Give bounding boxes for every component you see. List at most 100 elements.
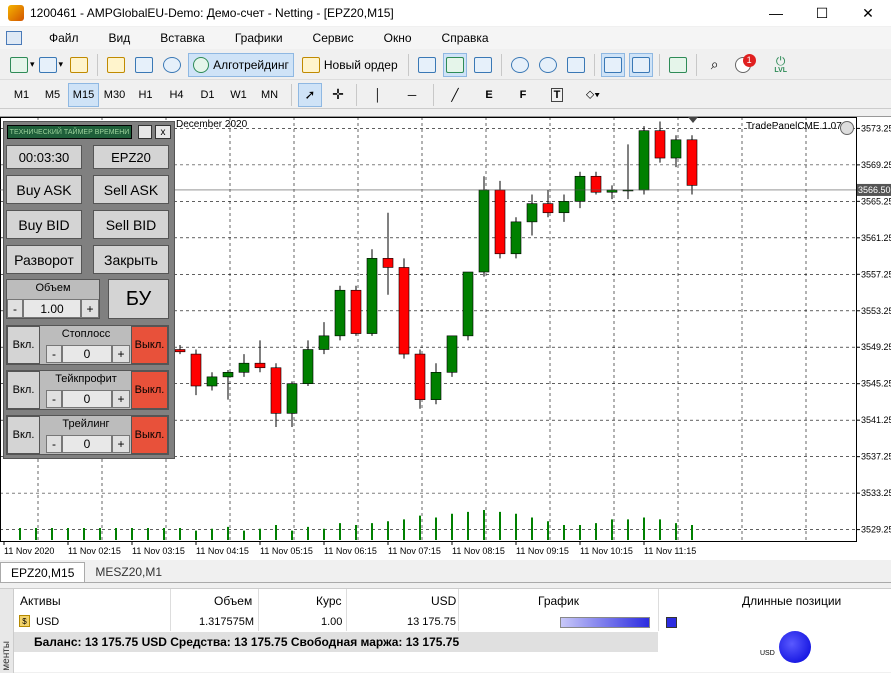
col-rate[interactable]: Курс — [316, 594, 342, 608]
buy-ask-button[interactable]: Buy ASK — [6, 175, 82, 204]
indicator-settings-icon[interactable] — [840, 121, 854, 135]
panel-minimize-button[interactable] — [138, 125, 152, 139]
stoploss-minus-button[interactable]: - — [46, 345, 62, 363]
timeframe-m15[interactable]: M15 — [68, 82, 99, 107]
stoploss-input[interactable]: 0 — [62, 345, 112, 363]
signals-button[interactable] — [132, 53, 156, 77]
trailing-on-button[interactable]: Вкл. — [7, 416, 40, 454]
minimize-button[interactable]: — — [753, 0, 799, 26]
breakeven-button[interactable]: БУ — [108, 279, 169, 319]
col-volume[interactable]: Объем — [214, 594, 252, 608]
timeframe-m5[interactable]: M5 — [37, 83, 68, 107]
sell-bid-button[interactable]: Sell BID — [93, 210, 169, 239]
col-usd[interactable]: USD — [431, 594, 456, 608]
vps-button[interactable] — [160, 53, 184, 77]
timeframe-d1[interactable]: D1 — [192, 83, 223, 107]
volume-plus-button[interactable]: + — [81, 299, 99, 318]
timeframe-m1[interactable]: M1 — [6, 83, 37, 107]
close-button[interactable]: ✕ — [845, 0, 891, 26]
volume-minus-button[interactable]: - — [7, 299, 23, 318]
row-asset[interactable]: USD — [36, 616, 59, 628]
col-graph[interactable]: График — [538, 594, 579, 608]
toolbox-label: менты — [1, 641, 12, 671]
takeprofit-off-button[interactable]: Выкл. — [131, 371, 168, 409]
chart-shift-button[interactable] — [628, 52, 653, 77]
market-icon — [107, 56, 126, 73]
menu-help[interactable]: Справка — [427, 31, 504, 45]
timeframe-mn[interactable]: MN — [254, 83, 285, 107]
timeframe-h1[interactable]: H1 — [130, 83, 161, 107]
bar-chart-button[interactable] — [415, 53, 439, 77]
trailing-off-button[interactable]: Выкл. — [131, 416, 168, 454]
time-tick-label: 11 Nov 07:15 — [388, 546, 441, 556]
takeprofit-input[interactable]: 0 — [62, 390, 112, 408]
menu-file[interactable]: Файл — [34, 31, 94, 45]
chart-window-icon[interactable] — [6, 31, 22, 45]
stoploss-plus-button[interactable]: + — [112, 345, 130, 363]
autoscroll-button[interactable] — [600, 52, 625, 77]
takeprofit-plus-button[interactable]: + — [112, 390, 130, 408]
elliott-wave-button[interactable]: E — [474, 83, 504, 107]
price-tick-label: 3549.25 — [861, 342, 891, 352]
zoom-in-button[interactable] — [508, 53, 532, 77]
menu-view[interactable]: Вид — [94, 31, 146, 45]
search-button[interactable]: ⌕ — [703, 53, 727, 77]
takeprofit-minus-button[interactable]: - — [46, 390, 62, 408]
trailing-input[interactable]: 0 — [62, 435, 112, 453]
menu-window[interactable]: Окно — [369, 31, 427, 45]
reverse-button[interactable]: Разворот — [6, 245, 82, 274]
new-chart-button[interactable]: ▾ — [10, 53, 35, 77]
takeprofit-on-button[interactable]: Вкл. — [7, 371, 40, 409]
panel-close-button[interactable]: x — [155, 125, 171, 139]
crosshair-tool-button[interactable]: ✛ — [326, 83, 350, 107]
stoploss-off-button[interactable]: Выкл. — [131, 326, 168, 364]
chart-shift-icon — [631, 56, 650, 73]
stoploss-on-button[interactable]: Вкл. — [7, 326, 40, 364]
panel-header[interactable]: ТЕХНИЧЕСКИЙ ТАЙМЕР ВРЕМЕНИ — [7, 125, 132, 139]
level-button[interactable]: ⏻ LVL — [769, 53, 793, 77]
candle-chart-button[interactable] — [442, 52, 467, 77]
notifications-button[interactable]: 1 — [731, 53, 756, 77]
menu-insert[interactable]: Вставка — [145, 31, 220, 45]
tab-mesz20[interactable]: MESZ20,M1 — [85, 562, 172, 582]
timeframe-h4[interactable]: H4 — [161, 83, 192, 107]
shapes-tool-button[interactable]: ⬦▾ — [576, 83, 610, 107]
profiles-button[interactable]: ▾ — [38, 53, 63, 77]
cursor-tool-button[interactable]: ➚ — [298, 82, 322, 107]
trailing-plus-button[interactable]: + — [112, 435, 130, 453]
fibonacci-button[interactable]: F — [508, 83, 538, 107]
timeframe-m30[interactable]: M30 — [99, 83, 130, 107]
time-tick-label: 11 Nov 08:15 — [452, 546, 505, 556]
text-tool-button[interactable]: T — [542, 83, 572, 107]
candle-up — [302, 349, 314, 385]
buy-bid-button[interactable]: Buy BID — [6, 210, 82, 239]
candle-up — [286, 383, 298, 414]
toolbox-side-strip[interactable]: менты — [0, 589, 14, 673]
tab-epz20[interactable]: EPZ20,M15 — [0, 562, 86, 582]
timeframe-w1[interactable]: W1 — [223, 83, 254, 107]
new-order-label: Новый ордер — [323, 57, 398, 72]
algo-trading-button[interactable]: Алготрейдинг — [188, 52, 294, 77]
menu-charts[interactable]: Графики — [220, 31, 298, 45]
trailing-minus-button[interactable]: - — [46, 435, 62, 453]
trendline-button[interactable]: ╱ — [440, 83, 470, 107]
volume-input[interactable]: 1.00 — [23, 299, 81, 318]
templates-button[interactable] — [666, 53, 690, 77]
market-button[interactable] — [104, 53, 128, 77]
candle-down — [494, 189, 506, 255]
tile-windows-button[interactable] — [564, 53, 588, 77]
sell-ask-button[interactable]: Sell ASK — [93, 175, 169, 204]
time-tick-label: 11 Nov 09:15 — [516, 546, 569, 556]
line-chart-button[interactable] — [471, 53, 495, 77]
maximize-button[interactable]: ☐ — [799, 0, 845, 26]
navigator-button[interactable] — [67, 53, 91, 77]
new-order-button[interactable]: Новый ордер — [298, 53, 402, 77]
zoom-out-button[interactable] — [536, 53, 560, 77]
vertical-line-button[interactable]: │ — [363, 83, 393, 107]
candle-up — [334, 289, 346, 337]
horizontal-line-button[interactable]: ─ — [397, 83, 427, 107]
asset-share-bar — [560, 617, 650, 628]
menu-tools[interactable]: Сервис — [298, 31, 369, 45]
col-assets[interactable]: Активы — [20, 594, 61, 608]
close-position-button[interactable]: Закрыть — [93, 245, 169, 274]
